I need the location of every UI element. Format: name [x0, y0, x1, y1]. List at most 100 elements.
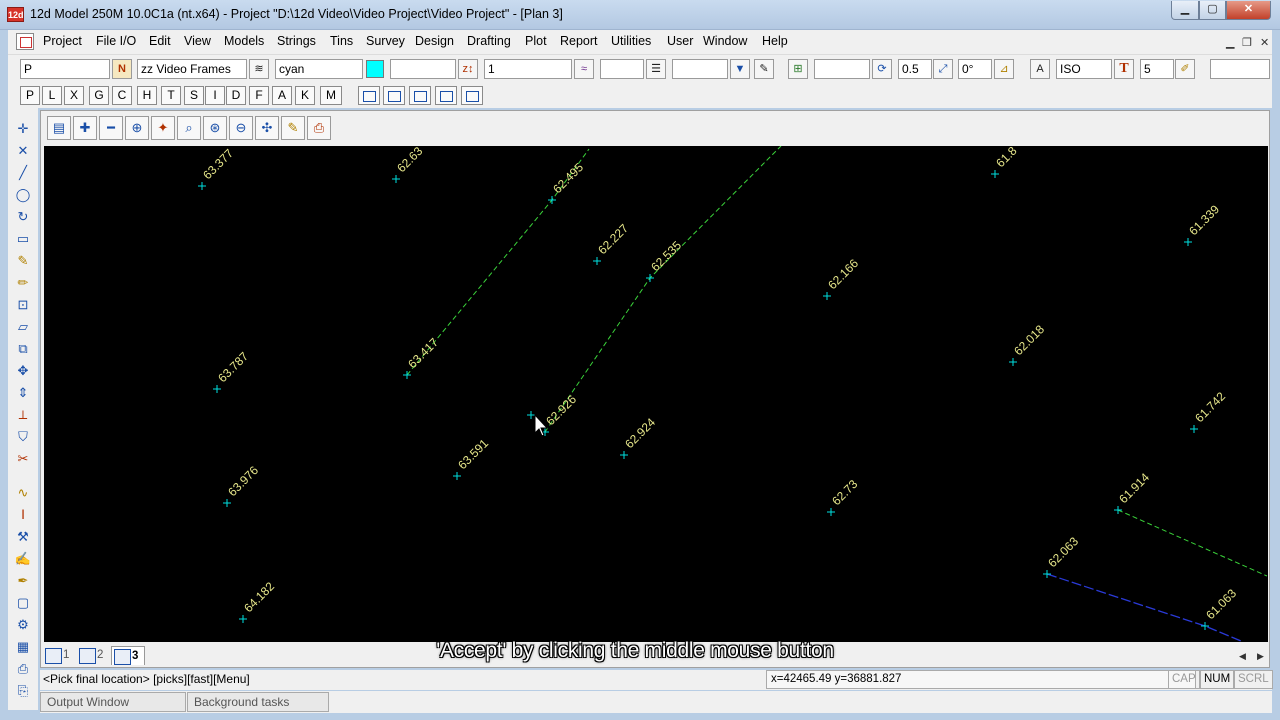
menu-utilities[interactable]: Utilities	[611, 34, 651, 48]
chainage-field[interactable]	[390, 59, 456, 79]
snap-i[interactable]: I	[205, 86, 225, 105]
chevron-down-icon[interactable]: ▼	[730, 59, 750, 79]
print-icon[interactable]: ⎘	[14, 682, 32, 700]
name-field[interactable]: P	[20, 59, 110, 79]
z-value-icon[interactable]: z↕	[458, 59, 478, 79]
zoom-out-icon[interactable]: ⊖	[229, 116, 253, 140]
wave-icon[interactable]: ∿	[14, 484, 32, 502]
snap-cross-icon[interactable]	[383, 86, 405, 105]
linestyle-field[interactable]	[600, 59, 644, 79]
menu-tins[interactable]: Tins	[330, 34, 353, 48]
mdi-close-button[interactable]: ✕	[1260, 36, 1269, 49]
pen-icon[interactable]: ✎	[754, 59, 774, 79]
snap-x[interactable]: X	[64, 86, 84, 105]
snap-s[interactable]: S	[184, 86, 204, 105]
snap-a[interactable]: A	[272, 86, 292, 105]
rectangle-icon[interactable]: ▭	[14, 230, 32, 248]
model-field[interactable]: zz Video Frames	[137, 59, 247, 79]
angle-icon[interactable]: ⤢	[933, 59, 953, 79]
layers-icon[interactable]: ≋	[249, 59, 269, 79]
weight-icon[interactable]: ☰	[646, 59, 666, 79]
menu-user[interactable]: User	[667, 34, 693, 48]
menu-strings[interactable]: Strings	[277, 34, 316, 48]
name-button[interactable]: N	[112, 59, 132, 79]
snap-k[interactable]: K	[295, 86, 315, 105]
snap-l[interactable]: L	[42, 86, 62, 105]
snap-h[interactable]: H	[137, 86, 157, 105]
scale-icon[interactable]: ⇕	[14, 384, 32, 402]
z-field[interactable]: 1	[484, 59, 572, 79]
linestyle-icon[interactable]: ≈	[574, 59, 594, 79]
menu-drafting[interactable]: Drafting	[467, 34, 511, 48]
snap-line-icon[interactable]	[409, 86, 431, 105]
plan-tab-3[interactable]: 3	[111, 646, 145, 665]
snap-f[interactable]: F	[249, 86, 269, 105]
menu-plot[interactable]: Plot	[525, 34, 547, 48]
point-icon[interactable]: ✛	[14, 120, 32, 138]
polygon-icon[interactable]: ▱	[14, 318, 32, 336]
pick-icon[interactable]: ⊞	[788, 59, 808, 79]
zoom-in-icon[interactable]: ⊕	[125, 116, 149, 140]
menu-view[interactable]: View	[184, 34, 211, 48]
add-icon[interactable]: ✚	[73, 116, 97, 140]
frame-icon[interactable]: ▢	[14, 594, 32, 612]
menu-models[interactable]: Models	[224, 34, 264, 48]
menu-window[interactable]: Window	[703, 34, 747, 48]
scroll-right-arrow[interactable]: ▶	[1257, 651, 1264, 662]
measure-icon[interactable]: ⟂	[14, 406, 32, 424]
grid-icon[interactable]: ▦	[14, 638, 32, 656]
zoom-window-icon[interactable]: ⊛	[203, 116, 227, 140]
menu-help[interactable]: Help	[762, 34, 788, 48]
pencil-icon[interactable]: ✏	[14, 274, 32, 292]
menu-survey[interactable]: Survey	[366, 34, 405, 48]
snap-m[interactable]: M	[320, 86, 342, 105]
arc-icon[interactable]: ↻	[14, 208, 32, 226]
snap-cursor-icon[interactable]	[358, 86, 380, 105]
snap-c[interactable]: C	[112, 86, 132, 105]
text-tool-icon[interactable]: ✎	[14, 252, 32, 270]
move-icon[interactable]: ✥	[14, 362, 32, 380]
window-icon[interactable]: ⊡	[14, 296, 32, 314]
document-icon[interactable]	[16, 33, 34, 50]
remove-icon[interactable]: ━	[99, 116, 123, 140]
plan-tab-1[interactable]: 1	[43, 646, 73, 665]
maximize-button[interactable]: ▢	[1199, 1, 1226, 20]
tool-icon[interactable]: ✎	[281, 116, 305, 140]
snap-p[interactable]: P	[20, 86, 40, 105]
delete-icon[interactable]: ✂	[14, 450, 32, 468]
close-button[interactable]: ✕	[1226, 1, 1271, 20]
menu-design[interactable]: Design	[415, 34, 454, 48]
rotate-icon[interactable]: ⟳	[872, 59, 892, 79]
plan-menu-icon[interactable]: ▤	[47, 116, 71, 140]
background-tasks-tab[interactable]: Background tasks	[187, 692, 329, 712]
text-angle-icon[interactable]: ⊿	[994, 59, 1014, 79]
text-button[interactable]: T	[1114, 59, 1134, 79]
snap-d[interactable]: D	[226, 86, 246, 105]
scroll-left-arrow[interactable]: ◀	[1239, 651, 1246, 662]
extra-field[interactable]	[1210, 59, 1270, 79]
cross-icon[interactable]: ✕	[14, 142, 32, 160]
pan-icon[interactable]: ✣	[255, 116, 279, 140]
copy-icon[interactable]: ⧉	[14, 340, 32, 358]
stamp-icon[interactable]: ⎙	[14, 660, 32, 678]
menu-file-io[interactable]: File I/O	[96, 34, 136, 48]
text-style-icon[interactable]: A	[1030, 59, 1050, 79]
mdi-minimize-button[interactable]: ▁	[1226, 36, 1234, 49]
textsize-field[interactable]: 5	[1140, 59, 1174, 79]
menu-edit[interactable]: Edit	[149, 34, 171, 48]
angle1-field[interactable]: 0.5	[898, 59, 932, 79]
highlight-icon[interactable]: ✦	[151, 116, 175, 140]
app-logo-icon[interactable]: 12d	[7, 7, 24, 22]
i-beam-icon[interactable]: Ⅰ	[14, 506, 32, 524]
menu-report[interactable]: Report	[560, 34, 598, 48]
snap-arc-icon[interactable]	[461, 86, 483, 105]
textstyle-field[interactable]: ISO	[1056, 59, 1112, 79]
zoom-extent-icon[interactable]: ⌕	[177, 116, 201, 140]
mdi-restore-button[interactable]: ❐	[1242, 36, 1252, 49]
circle-icon[interactable]: ◯	[14, 186, 32, 204]
tools-icon[interactable]: ⚒	[14, 528, 32, 546]
snap-g[interactable]: G	[89, 86, 109, 105]
colour-field[interactable]: cyan	[275, 59, 363, 79]
plan-drawing[interactable]: 63.377 62.63 62.49562.227 62.535 62.166 61.8 6…	[44, 146, 1268, 642]
weight-field[interactable]	[672, 59, 728, 79]
